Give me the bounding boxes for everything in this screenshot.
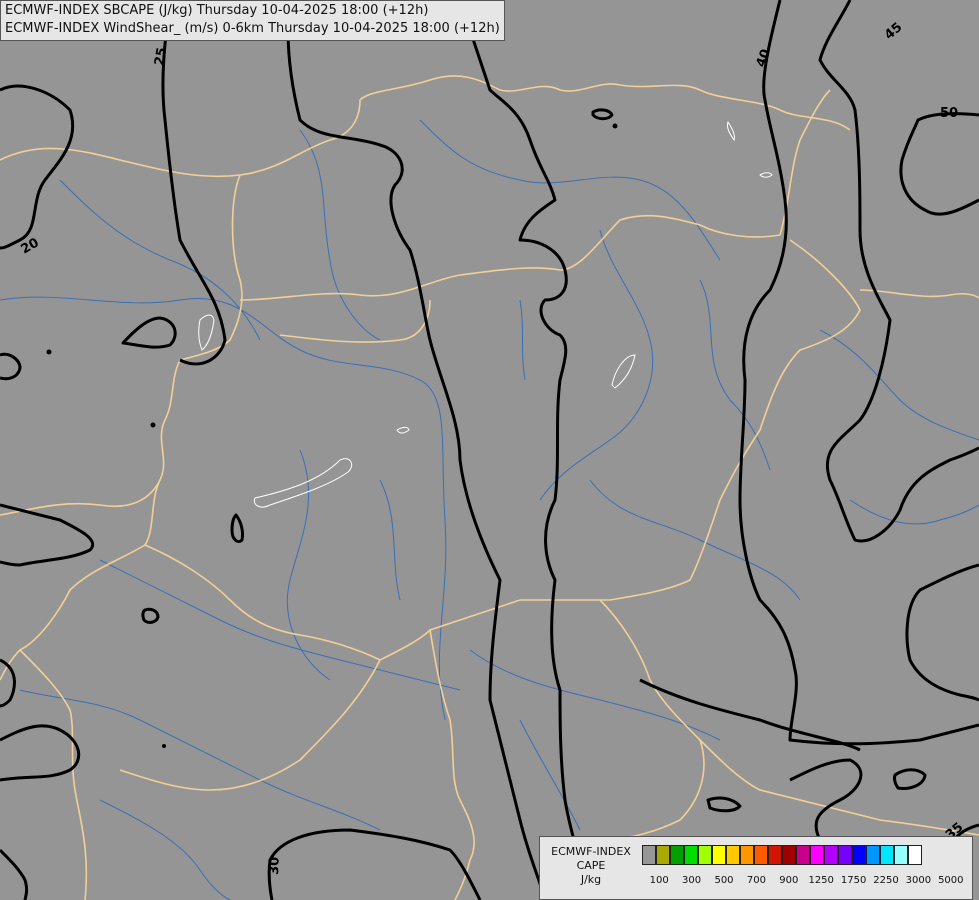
legend-tick: 100	[649, 875, 669, 886]
map-title-box: ECMWF-INDEX SBCAPE (J/kg) Thursday 10-04…	[0, 0, 505, 41]
legend-tick: 300	[682, 875, 702, 886]
legend-tick: 2250	[873, 875, 899, 886]
legend-swatch	[656, 845, 670, 865]
legend-tick: 5000	[938, 875, 964, 886]
legend-title-source: ECMWF-INDEX	[551, 845, 631, 858]
weather-map: 25 20 40 45 50 30 35	[0, 0, 979, 900]
legend-title: ECMWF-INDEX CAPE J/kg	[543, 845, 639, 887]
legend-swatch	[894, 845, 908, 865]
legend-tick: 700	[746, 875, 766, 886]
legend-tick: 3000	[905, 875, 932, 886]
title-cape: ECMWF-INDEX SBCAPE (J/kg) Thursday 10-04…	[5, 3, 429, 18]
legend-swatch	[768, 845, 782, 865]
legend-title-param: CAPE	[576, 859, 606, 872]
legend-swatch	[838, 845, 852, 865]
legend-tick: 1750	[840, 875, 867, 886]
title-windshear: ECMWF-INDEX WindShear_ (m/s) 0-6km Thurs…	[5, 21, 500, 36]
legend-tick: 900	[779, 875, 799, 886]
legend-swatch	[740, 845, 754, 865]
legend-tick: 500	[714, 875, 734, 886]
legend-swatch	[642, 845, 656, 865]
cape-legend: ECMWF-INDEX CAPE J/kg 100 300 500 700 900 125…	[539, 836, 973, 900]
legend-swatch	[824, 845, 838, 865]
contour-label-25: 25	[152, 46, 170, 66]
legend-swatch	[880, 845, 894, 865]
contour-label-30: 30	[267, 857, 283, 876]
legend-swatch	[684, 845, 698, 865]
legend-swatch	[670, 845, 684, 865]
legend-tick-labels: 100 300 500 700 900 1250 1750 2250 3000 5000	[642, 875, 968, 889]
legend-swatch	[726, 845, 740, 865]
legend-swatch	[698, 845, 712, 865]
legend-swatch	[866, 845, 880, 865]
legend-swatch	[852, 845, 866, 865]
legend-tick: 1250	[808, 875, 834, 886]
contour-label-50: 50	[940, 106, 958, 121]
legend-title-unit: J/kg	[580, 873, 602, 886]
legend-swatch	[810, 845, 824, 865]
legend-swatch	[908, 845, 922, 865]
legend-color-swatches	[642, 845, 922, 865]
legend-swatch	[754, 845, 768, 865]
legend-swatch	[782, 845, 796, 865]
legend-swatch	[796, 845, 810, 865]
legend-swatch	[712, 845, 726, 865]
